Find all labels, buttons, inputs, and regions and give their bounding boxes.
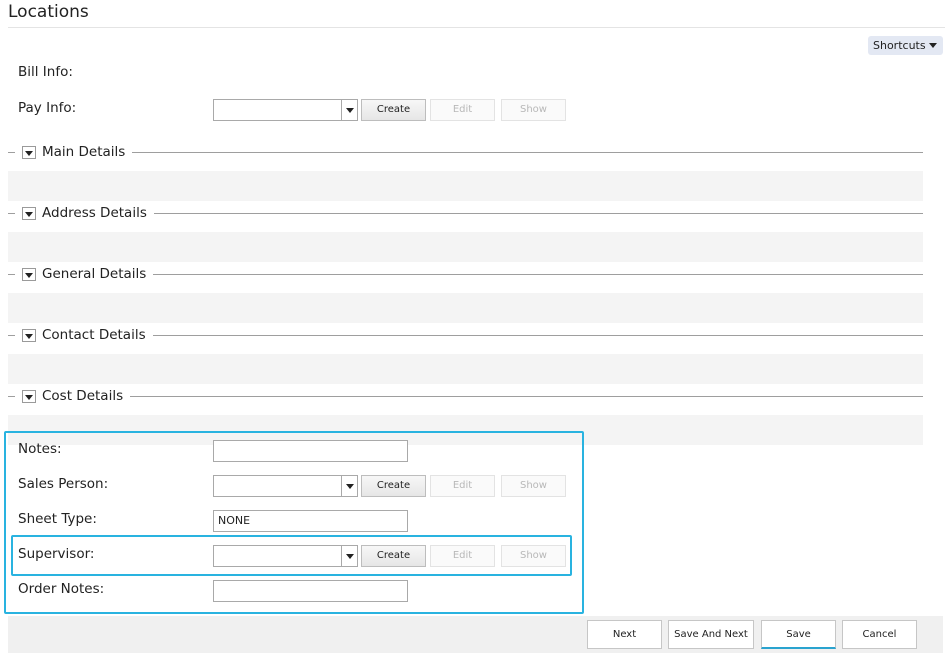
section-header[interactable]: Address Details	[15, 202, 154, 224]
next-button[interactable]: Next	[587, 620, 662, 649]
shortcuts-dropdown[interactable]: Shortcuts	[868, 36, 943, 55]
section-label: Cost Details	[42, 388, 124, 404]
caret-down-icon	[929, 43, 937, 48]
bill-info-label: Bill Info:	[18, 64, 73, 80]
shortcuts-label: Shortcuts	[873, 39, 926, 52]
section-label: Main Details	[42, 144, 126, 160]
section-divider	[8, 396, 923, 397]
section-body	[8, 171, 923, 201]
collapse-toggle-icon[interactable]	[22, 389, 36, 403]
section-body	[8, 293, 923, 323]
pay-info-show-button[interactable]: Show	[501, 99, 566, 121]
cancel-button[interactable]: Cancel	[842, 620, 917, 649]
section-main-details: Main Details	[8, 141, 923, 202]
collapse-toggle-icon[interactable]	[22, 145, 36, 159]
section-header[interactable]: Cost Details	[15, 385, 131, 407]
pay-info-select[interactable]	[213, 99, 358, 121]
collapse-toggle-icon[interactable]	[22, 267, 36, 281]
save-button[interactable]: Save	[761, 620, 836, 649]
title-divider	[8, 27, 945, 28]
section-divider	[8, 152, 923, 153]
section-header[interactable]: Main Details	[15, 141, 133, 163]
section-address-details: Address Details	[8, 202, 923, 263]
collapse-toggle-icon[interactable]	[22, 206, 36, 220]
collapse-toggle-icon[interactable]	[22, 328, 36, 342]
save-and-next-button[interactable]: Save And Next	[668, 620, 754, 649]
highlight-box-fields	[4, 431, 584, 614]
section-label: Address Details	[42, 205, 147, 221]
section-header[interactable]: Contact Details	[15, 324, 153, 346]
pay-info-edit-button[interactable]: Edit	[430, 99, 495, 121]
highlight-box-supervisor	[11, 535, 572, 576]
section-label: General Details	[42, 266, 147, 282]
section-contact-details: Contact Details	[8, 324, 923, 385]
section-label: Contact Details	[42, 327, 146, 343]
section-body	[8, 232, 923, 262]
section-general-details: General Details	[8, 263, 923, 324]
pay-info-label: Pay Info:	[18, 100, 77, 116]
section-header[interactable]: General Details	[15, 263, 154, 285]
page-title: Locations	[8, 2, 89, 22]
dropdown-arrow-icon[interactable]	[341, 100, 357, 120]
pay-info-create-button[interactable]: Create	[361, 99, 426, 121]
section-body	[8, 354, 923, 384]
